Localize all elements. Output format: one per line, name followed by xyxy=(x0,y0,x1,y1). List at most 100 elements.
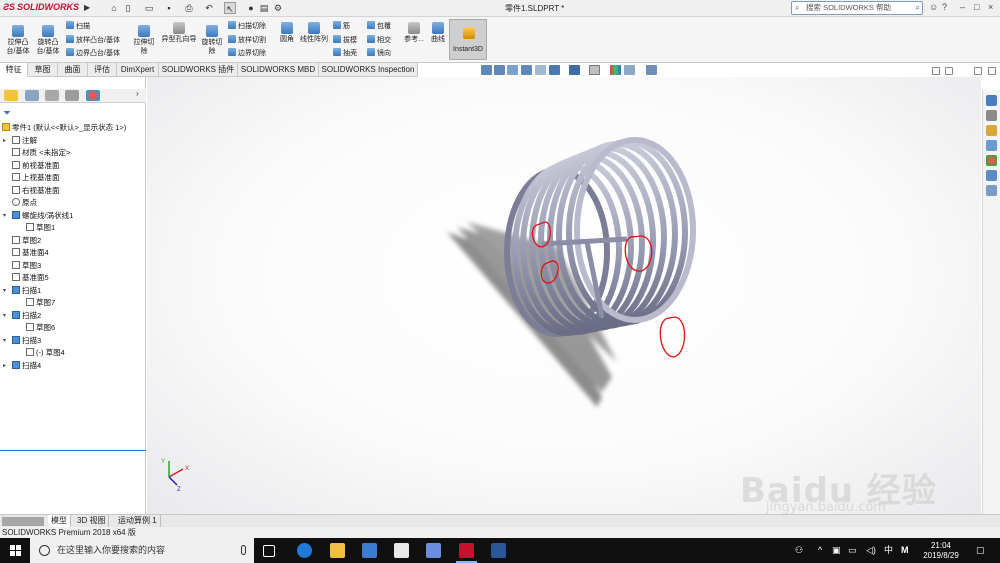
select-icon[interactable]: ↖ xyxy=(224,2,236,14)
tree-plane4[interactable]: 基准面4 xyxy=(12,247,49,259)
tree-right-plane[interactable]: 右视基准面 xyxy=(12,185,60,197)
help-icon[interactable]: ? xyxy=(942,2,947,12)
previous-view-icon[interactable] xyxy=(507,65,518,75)
graphics-area[interactable]: X Y Z xyxy=(147,77,981,514)
tab-features[interactable]: 特征 xyxy=(0,63,28,77)
task-view-icon[interactable] xyxy=(263,545,275,557)
people-icon[interactable]: ⚇ xyxy=(795,538,803,563)
open-icon[interactable]: ▭ xyxy=(143,2,155,14)
viewport-tile-icon[interactable] xyxy=(945,67,953,75)
design-library-icon[interactable] xyxy=(986,110,997,121)
file-explorer-taskbar-icon[interactable] xyxy=(330,543,345,558)
tree-root-part[interactable]: 零件1 (默认<<默认>_显示状态 1>) xyxy=(2,122,126,134)
wrap-button[interactable]: 包覆 xyxy=(367,21,391,32)
word-taskbar-icon[interactable] xyxy=(491,543,506,558)
loft-boss-button[interactable]: 放样凸台/基体 xyxy=(66,35,120,46)
tree-front-plane[interactable]: 前视基准面 xyxy=(12,160,60,172)
ime-mode-icon[interactable]: M xyxy=(901,538,909,563)
tree-sketch2[interactable]: 草图2 xyxy=(12,235,41,247)
help-search-input[interactable]: ⌕ 搜索 SOLIDWORKS 帮助 ⌕ xyxy=(791,1,923,15)
close-icon[interactable]: × xyxy=(988,2,993,12)
tab-scroll-arrows[interactable] xyxy=(2,517,44,526)
tray-app-icon[interactable]: ▣ xyxy=(832,538,841,563)
store-icon[interactable] xyxy=(362,543,377,558)
tree-helix[interactable]: ▾ 螺旋线/涡状线1 xyxy=(3,210,73,222)
taskbar-search-input[interactable]: 在这里输入你要搜索的内容 xyxy=(30,538,254,563)
hide-show-items-icon[interactable] xyxy=(589,65,600,75)
reference-geometry-button[interactable]: 参考... xyxy=(403,22,425,44)
home-icon[interactable]: ⌂ xyxy=(108,2,120,14)
revolve-boss-button[interactable]: 旋转凸 台/基体 xyxy=(33,25,63,56)
custom-properties-icon[interactable] xyxy=(986,170,997,181)
file-explorer-icon[interactable] xyxy=(986,125,997,136)
tree-sketch3[interactable]: 草图3 xyxy=(12,260,41,272)
instant3d-button[interactable]: Instant3D xyxy=(449,19,487,60)
tree-sketch7[interactable]: 草图7 xyxy=(26,297,55,309)
tree-material[interactable]: 材质 <未指定> xyxy=(12,147,70,159)
zoom-to-fit-icon[interactable] xyxy=(481,65,492,75)
appearances-icon[interactable] xyxy=(986,155,997,166)
solidworks-resources-icon[interactable] xyxy=(986,95,997,106)
sweep-cut-button[interactable]: 扫描切除 xyxy=(228,21,266,32)
minimize-icon[interactable]: – xyxy=(960,2,965,12)
configuration-manager-tab-icon[interactable] xyxy=(45,90,59,101)
draft-button[interactable]: 拔模 xyxy=(333,35,357,46)
hole-wizard-button[interactable]: 异型孔向导 xyxy=(158,22,200,44)
rollback-bar[interactable] xyxy=(0,450,146,451)
loft-cut-button[interactable]: 放样切割 xyxy=(228,35,266,46)
filter-icon[interactable]: ⏷ xyxy=(3,108,11,119)
microphone-icon[interactable] xyxy=(241,545,246,555)
tab-solidworks-addins[interactable]: SOLIDWORKS 插件 xyxy=(159,63,238,77)
tab-dimxpert[interactable]: DimXpert xyxy=(117,63,159,77)
tab-solidworks-mbd[interactable]: SOLIDWORKS MBD xyxy=(238,63,319,77)
tree-origin[interactable]: 原点 xyxy=(12,197,37,209)
rebuild-icon[interactable]: ● xyxy=(245,2,257,14)
view-settings-icon[interactable] xyxy=(646,65,657,75)
solidworks-taskbar-icon[interactable] xyxy=(456,543,477,563)
tree-annotations[interactable]: ▸ 注解 xyxy=(3,135,37,147)
panel-expand-icon[interactable]: › xyxy=(136,89,139,98)
view-palette-icon[interactable] xyxy=(986,140,997,151)
shell-button[interactable]: 抽壳 xyxy=(333,48,357,59)
dynamic-annotation-icon[interactable] xyxy=(535,65,546,75)
viewport-maximize-icon[interactable] xyxy=(974,67,982,75)
notifications-icon[interactable]: ▢ xyxy=(976,538,985,563)
tab-solidworks-inspection[interactable]: SOLIDWORKS Inspection xyxy=(319,63,418,77)
new-document-icon[interactable]: ▯ xyxy=(122,2,134,14)
edge-browser-icon[interactable] xyxy=(297,543,312,558)
taskbar-clock[interactable]: 21:04 2019/8/29 xyxy=(913,541,969,561)
apply-scene-icon[interactable] xyxy=(624,65,635,75)
viewport-close-icon[interactable] xyxy=(988,67,996,75)
tab-sketch[interactable]: 草图 xyxy=(28,63,58,77)
print-icon[interactable]: ⎙ xyxy=(183,2,195,14)
tree-plane5[interactable]: 基准面5 xyxy=(12,272,49,284)
mirror-button[interactable]: 镜向 xyxy=(367,48,391,59)
curves-button[interactable]: 曲线 xyxy=(428,22,448,44)
user-icon[interactable]: ☺ xyxy=(929,2,938,12)
boundary-boss-button[interactable]: 边界凸台/基体 xyxy=(66,48,120,59)
property-manager-tab-icon[interactable] xyxy=(25,90,39,101)
dimxpert-manager-tab-icon[interactable] xyxy=(65,90,79,101)
tree-sweep1[interactable]: ▾ 扫描1 xyxy=(3,285,41,297)
viewport-restore-icon[interactable] xyxy=(932,67,940,75)
tree-sweep3[interactable]: ▾ 扫描3 xyxy=(3,335,41,347)
fillet-button[interactable]: 圆角 xyxy=(277,22,297,44)
section-view-icon[interactable] xyxy=(521,65,532,75)
tray-expand-icon[interactable]: ^ xyxy=(818,538,822,563)
revolve-cut-button[interactable]: 旋转切 除 xyxy=(200,25,224,56)
linear-pattern-button[interactable]: 线性阵列 xyxy=(299,22,329,44)
tab-surfaces[interactable]: 曲面 xyxy=(58,63,88,77)
search-go-icon[interactable]: ⌕ xyxy=(916,2,920,14)
view-orientation-icon[interactable] xyxy=(549,65,560,75)
network-icon[interactable]: ▭ xyxy=(848,538,857,563)
mail-icon[interactable] xyxy=(394,543,409,558)
volume-icon[interactable]: ◁) xyxy=(866,538,876,563)
tree-sweep2[interactable]: ▾ 扫描2 xyxy=(3,310,41,322)
extrude-cut-button[interactable]: 拉伸切 除 xyxy=(130,25,158,56)
zoom-to-area-icon[interactable] xyxy=(494,65,505,75)
tree-sweep4[interactable]: ▸ 扫描4 xyxy=(3,360,41,372)
boundary-cut-button[interactable]: 边界切除 xyxy=(228,48,266,59)
solidworks-logo[interactable]: ƧS SOLIDWORKS xyxy=(3,2,79,12)
extrude-boss-button[interactable]: 拉伸凸 台/基体 xyxy=(3,25,33,56)
options-gear-icon[interactable]: ⚙ xyxy=(272,2,284,14)
